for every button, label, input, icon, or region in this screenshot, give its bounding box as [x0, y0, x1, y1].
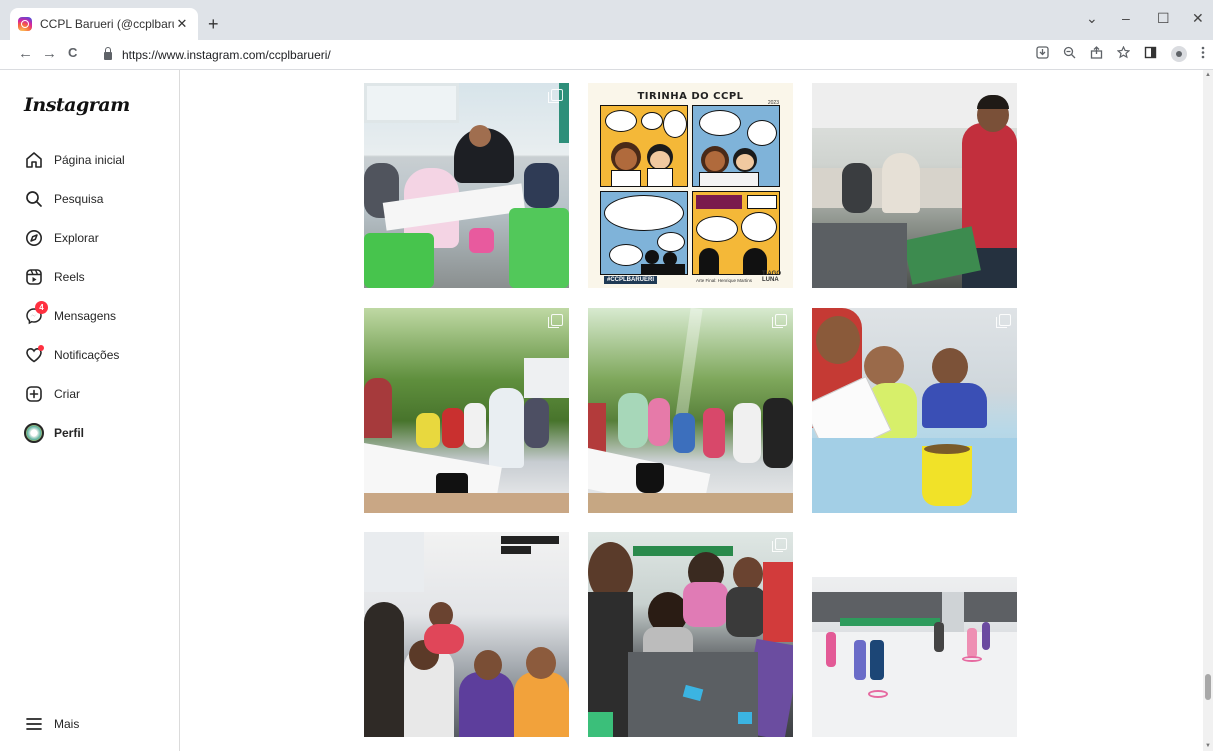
compass-icon	[24, 228, 44, 248]
forward-button[interactable]: →	[42, 45, 57, 62]
multi-image-icon	[996, 538, 1011, 552]
profile-avatar	[24, 423, 44, 443]
browser-toolbar: ← → C https://www.instagram.com/ccplbaru…	[0, 40, 1213, 70]
comic-panel-1	[600, 105, 688, 187]
star-icon[interactable]	[1116, 45, 1131, 62]
sidebar-item-label: Explorar	[54, 231, 99, 245]
heart-icon	[24, 345, 44, 365]
comic-title: TIRINHA DO CCPL	[637, 91, 744, 102]
back-button[interactable]: ←	[18, 45, 33, 62]
reload-button[interactable]: C	[68, 45, 77, 60]
toolbar-icons	[1036, 45, 1205, 62]
url-text: https://www.instagram.com/ccplbarueri/	[122, 48, 331, 62]
hamburger-icon	[24, 714, 44, 734]
scroll-down-icon[interactable]: ▼	[1205, 743, 1211, 749]
post-gym-hall[interactable]	[812, 532, 1017, 737]
sidebar-item-label: Página inicial	[54, 153, 125, 167]
comic-signature: TIAGO LUNA	[762, 271, 781, 283]
lock-icon	[104, 47, 112, 60]
post-kids-coloring[interactable]	[812, 308, 1017, 513]
sidebar-item-profile[interactable]: Perfil	[24, 423, 84, 443]
comic-hashtag: #CCPLBARUERI	[604, 276, 658, 284]
multi-image-icon	[772, 538, 787, 552]
maximize-button[interactable]: ☐	[1157, 10, 1170, 27]
post-tirinha-comic[interactable]: TIRINHA DO CCPL 2023 #CCPLBARUERI Arte F…	[588, 83, 793, 288]
address-bar[interactable]: https://www.instagram.com/ccplbarueri/	[92, 43, 1172, 67]
tab-close-icon[interactable]: ✕	[174, 16, 190, 32]
post-classroom-writing[interactable]	[364, 83, 569, 288]
post-kids-outdoor-line-2[interactable]	[588, 308, 793, 513]
zoom-icon[interactable]	[1063, 46, 1076, 62]
search-icon	[24, 189, 44, 209]
messenger-icon: 4	[24, 301, 48, 326]
instagram-sidebar: Instagram Página inicial Pesquisa Explor…	[0, 70, 180, 751]
share-icon[interactable]	[1090, 46, 1103, 62]
close-window-button[interactable]: ✕	[1192, 10, 1204, 27]
browser-tab-bar: CCPL Barueri (@ccplbarueri) • Fo ✕ + ⌄ –…	[0, 0, 1213, 40]
comic-credit: Arte Final: Henrique Martins	[696, 278, 753, 283]
multi-image-icon	[996, 314, 1011, 328]
home-icon	[24, 150, 44, 170]
multi-image-icon	[548, 89, 563, 103]
minimize-button[interactable]: –	[1122, 10, 1130, 26]
sidebar-item-home[interactable]: Página inicial	[24, 150, 125, 170]
sidebar-item-create[interactable]: Criar	[24, 384, 80, 404]
reels-icon	[24, 267, 44, 287]
sidebar-item-label: Mensagens	[54, 309, 117, 323]
post-group-selfie[interactable]	[364, 532, 569, 737]
browser-tab[interactable]: CCPL Barueri (@ccplbarueri) • Fo ✕	[10, 8, 198, 40]
new-tab-button[interactable]: +	[208, 14, 219, 34]
sidebar-item-reels[interactable]: Reels	[24, 267, 85, 287]
scroll-thumb[interactable]	[1205, 674, 1211, 700]
sidebar-item-label: Mais	[54, 717, 80, 731]
sidebar-item-label: Notificações	[54, 348, 120, 362]
sidebar-item-label: Criar	[54, 387, 80, 401]
sidebar-item-label: Pesquisa	[54, 192, 104, 206]
notification-dot	[38, 345, 44, 351]
menu-icon[interactable]	[1201, 46, 1205, 62]
tab-title: CCPL Barueri (@ccplbarueri) • Fo	[40, 17, 174, 31]
scroll-up-icon[interactable]: ▲	[1205, 72, 1211, 78]
profile-posts-grid: TIRINHA DO CCPL 2023 #CCPLBARUERI Arte F…	[181, 70, 1203, 751]
comic-panel-2	[692, 105, 780, 187]
comic-panel-3	[600, 191, 688, 275]
sidebar-item-search[interactable]: Pesquisa	[24, 189, 103, 209]
instagram-favicon-icon	[18, 17, 32, 31]
sidebar-item-label: Perfil	[54, 426, 85, 440]
sidebar-item-explore[interactable]: Explorar	[24, 228, 99, 248]
page-scrollbar[interactable]: ▲ ▼	[1203, 70, 1213, 751]
multi-image-icon	[548, 314, 563, 328]
sidebar-item-label: Reels	[54, 270, 85, 284]
sidebar-item-notifications[interactable]: Notificações	[24, 345, 119, 365]
post-classroom-teacher[interactable]	[812, 83, 1017, 288]
tab-search-icon[interactable]: ⌄	[1086, 10, 1098, 27]
profile-icon[interactable]	[1171, 46, 1187, 62]
sidebar-item-more[interactable]: Mais	[24, 714, 79, 734]
messages-badge: 4	[35, 301, 48, 314]
comic-panel-4	[692, 191, 780, 275]
sidebar-item-messages[interactable]: 4 Mensagens	[24, 301, 117, 326]
post-kids-outdoor-line-1[interactable]	[364, 308, 569, 513]
post-kids-crafts[interactable]	[588, 532, 793, 737]
install-icon[interactable]	[1036, 46, 1049, 62]
multi-image-icon	[772, 314, 787, 328]
instagram-logo[interactable]: Instagram	[24, 94, 130, 116]
sidepanel-icon[interactable]	[1144, 46, 1157, 62]
plus-square-icon	[24, 384, 44, 404]
